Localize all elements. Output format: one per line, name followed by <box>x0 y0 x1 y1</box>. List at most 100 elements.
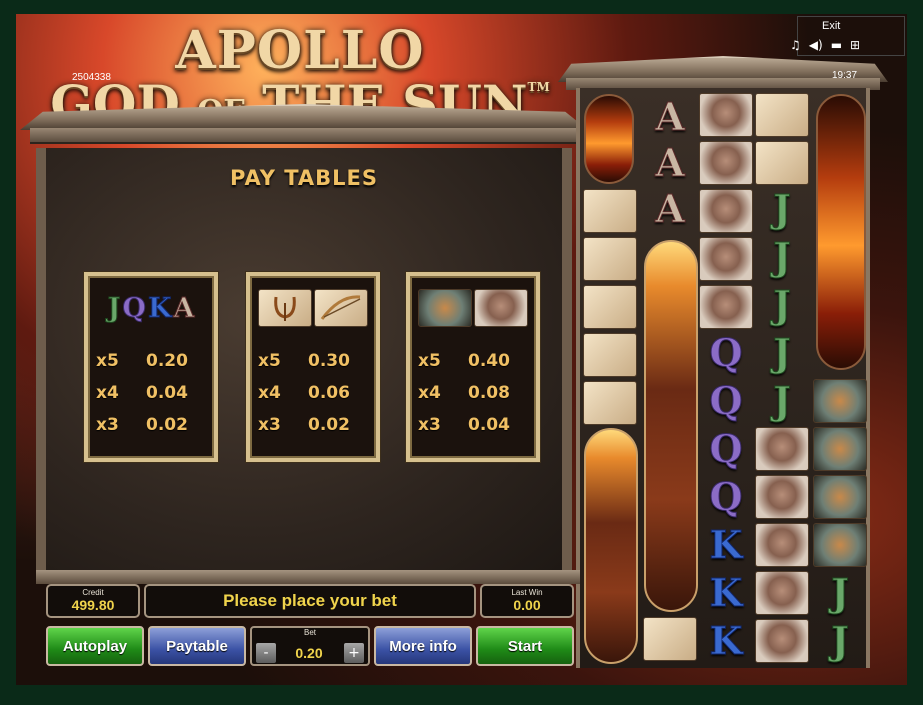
clock: 19:37 <box>832 70 858 81</box>
pay-row: x4 0.04 <box>96 383 188 403</box>
music-icon[interactable]: ♫ <box>790 38 801 52</box>
reel-cell <box>754 522 810 568</box>
reel-cell: J <box>831 570 850 615</box>
status-message: Please place your bet <box>144 584 476 618</box>
bet-value: 0.20 <box>295 645 323 661</box>
reel-cell <box>754 618 810 664</box>
reel-cell <box>698 236 754 282</box>
warrior-head-icon <box>474 289 528 327</box>
reel-cell <box>698 284 754 330</box>
warrior-head-icon <box>755 523 809 567</box>
bet-decrease-button[interactable]: - <box>256 643 276 663</box>
reel-cell <box>582 332 638 378</box>
pay-row: x3 0.02 <box>96 415 188 435</box>
reel-cell: J <box>773 234 792 279</box>
reel-cell: A <box>655 140 686 185</box>
more-info-button[interactable]: More info <box>374 626 472 666</box>
fire-symbol <box>816 94 866 370</box>
lyre-icon <box>755 141 809 185</box>
reel-cell <box>812 378 868 424</box>
reel-cell <box>812 522 868 568</box>
pay-row: x5 0.20 <box>96 351 188 371</box>
bow-arrow-icon <box>583 237 637 281</box>
reel-cell: Q <box>709 330 743 375</box>
apollo-expanding-wild <box>644 240 698 612</box>
pay-row: x3 0.02 <box>258 415 350 435</box>
card-symbols <box>256 288 370 328</box>
lyre-icon <box>258 289 312 327</box>
reel-cell <box>698 140 754 186</box>
reel-cell <box>642 616 698 662</box>
paytable-heading: PAY TABLES <box>229 166 379 190</box>
reel-cell <box>812 474 868 520</box>
paytable-button[interactable]: Paytable <box>148 626 246 666</box>
reel-area: A A A Q Q Q Q K K K J J J J J J J <box>576 88 870 668</box>
warrior-head-icon <box>755 619 809 663</box>
speaker-icon[interactable]: ◀) <box>809 38 823 52</box>
reel-cell: A <box>655 186 686 231</box>
autoplay-button[interactable]: Autoplay <box>46 626 144 666</box>
paytable-card-lyre-bow: x5 0.30 x4 0.06 x3 0.02 <box>246 272 380 462</box>
reel-cell <box>754 140 810 186</box>
bow-arrow-icon <box>643 617 697 661</box>
bet-increase-button[interactable]: + <box>344 643 364 663</box>
reel-cell: Q <box>709 474 743 519</box>
warrior-head-icon <box>699 285 753 329</box>
bet-label: Bet <box>303 628 316 637</box>
pay-row: x4 0.08 <box>418 383 510 403</box>
reel-cell <box>812 426 868 472</box>
chariot-icon <box>418 289 472 327</box>
reel-cell: Q <box>709 378 743 423</box>
bow-arrow-icon <box>583 381 637 425</box>
reel-cell <box>754 92 810 138</box>
start-button[interactable]: Start <box>476 626 574 666</box>
reel-cell: K <box>709 522 743 567</box>
last-win-display: Last Win 0.00 <box>480 584 574 618</box>
reel-cell <box>754 474 810 520</box>
bow-arrow-icon <box>583 189 637 233</box>
warrior-head-icon <box>699 189 753 233</box>
reel-cell: K <box>709 618 743 663</box>
chariot-icon <box>813 427 867 471</box>
reel-cell <box>754 570 810 616</box>
reel-cell <box>582 284 638 330</box>
chariot-icon <box>813 379 867 423</box>
pay-row: x3 0.04 <box>418 415 510 435</box>
card-symbols <box>416 288 530 328</box>
card-symbols: JQKA <box>94 288 208 328</box>
paytable-panel: PAY TABLES JQKA x5 0.20 x4 0.04 x3 0.02 x5 0… <box>36 148 572 570</box>
warrior-head-icon <box>755 475 809 519</box>
reel-cell: K <box>709 570 743 615</box>
pay-row: x5 0.40 <box>418 351 510 371</box>
symbol-j: J <box>107 292 121 324</box>
reel-cell: J <box>773 378 792 423</box>
chariot-icon <box>813 475 867 519</box>
reel-cell: J <box>773 186 792 231</box>
chariot-icon <box>813 523 867 567</box>
fullscreen-icon[interactable]: ⊞ <box>850 38 860 52</box>
reel-cell <box>754 426 810 472</box>
reel-cell: J <box>831 618 850 663</box>
bow-arrow-icon <box>314 289 368 327</box>
reel-cell <box>698 92 754 138</box>
temple-lintel-left <box>30 128 578 144</box>
bottom-ledge <box>36 570 580 584</box>
quality-icon[interactable]: ▬ <box>831 38 842 52</box>
warrior-head-icon <box>755 427 809 471</box>
reel-cell <box>582 380 638 426</box>
symbol-k: K <box>147 292 172 324</box>
reel-cell <box>582 236 638 282</box>
symbol-q: Q <box>122 292 147 324</box>
lyre-icon <box>755 93 809 137</box>
reel-cell <box>582 188 638 234</box>
bet-control: Bet - 0.20 + <box>250 626 370 666</box>
reel-cell: J <box>773 282 792 327</box>
warrior-head-icon <box>699 237 753 281</box>
reel-cell: J <box>773 330 792 375</box>
warrior-head-icon <box>699 141 753 185</box>
bow-arrow-icon <box>583 333 637 377</box>
pay-row: x5 0.30 <box>258 351 350 371</box>
symbol-a: A <box>173 292 195 324</box>
exit-button[interactable]: Exit <box>822 20 840 32</box>
credit-display: Credit 499.80 <box>46 584 140 618</box>
